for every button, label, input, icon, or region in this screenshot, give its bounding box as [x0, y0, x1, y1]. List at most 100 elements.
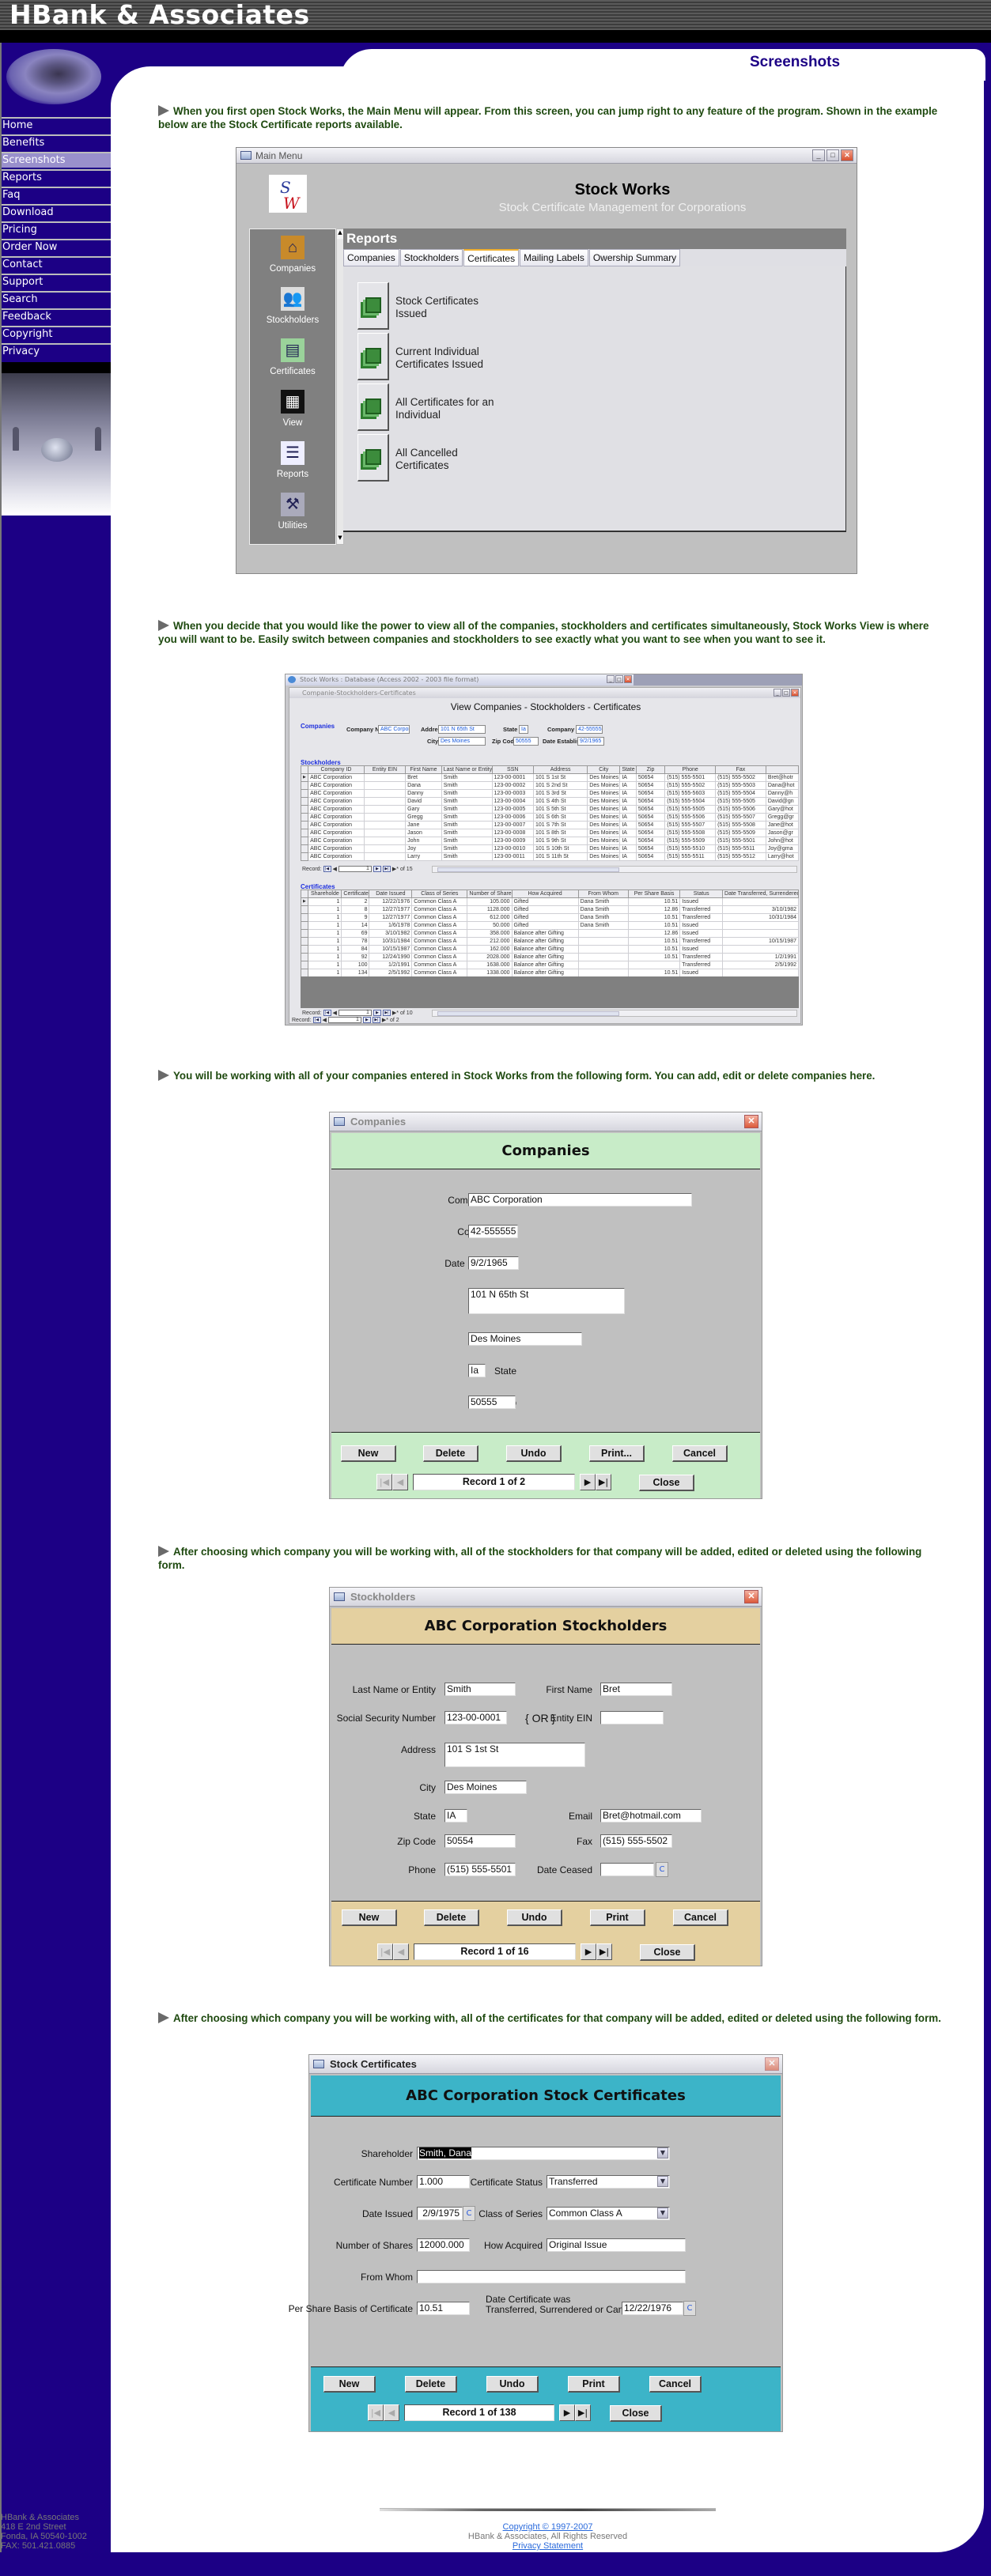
table-cell[interactable] — [363, 844, 407, 853]
table-cell[interactable]: 123-00-0010 — [491, 844, 534, 853]
table-cell[interactable]: 123-00-0011 — [491, 852, 534, 861]
maximize-icon[interactable]: □ — [615, 675, 623, 683]
report-button[interactable] — [357, 434, 389, 482]
table-cell[interactable]: 50654 — [635, 797, 666, 806]
first-record-icon[interactable]: |◀ — [312, 1017, 321, 1023]
table-cell[interactable]: IA — [619, 829, 637, 837]
table-cell[interactable]: Balance after Gifting — [511, 953, 579, 961]
calendar-icon[interactable]: C — [656, 1862, 668, 1877]
table-cell[interactable]: 50654 — [635, 813, 666, 822]
column-header[interactable]: SSN — [491, 765, 534, 774]
delete-button[interactable]: Delete — [405, 2376, 457, 2393]
table-cell[interactable]: (515) 555-5512 — [715, 852, 766, 861]
next-record-icon[interactable]: ▶ — [559, 2404, 575, 2421]
window-titlebar[interactable]: Main Menu _ □ ✕ — [236, 148, 857, 164]
column-header[interactable]: Fax — [715, 765, 766, 774]
table-cell[interactable]: Common Class A — [411, 961, 468, 969]
close-icon[interactable]: ✕ — [841, 149, 853, 161]
table-cell[interactable]: 1338.000 — [467, 969, 513, 977]
last-record-icon[interactable]: ▶| — [596, 1474, 611, 1490]
table-cell[interactable]: 1 — [308, 897, 342, 906]
table-cell[interactable]: 69 — [341, 929, 370, 938]
date-transferred-field[interactable]: 12/22/1976 — [622, 2302, 683, 2315]
column-header[interactable]: City — [587, 765, 621, 774]
table-row[interactable]: 1 84 10/15/1987 Common Class A 162.000 Balanc… — [300, 945, 799, 954]
table-cell[interactable]: Gary@hot — [765, 805, 800, 814]
minimize-icon[interactable]: _ — [774, 689, 781, 697]
dropdown-arrow-icon[interactable]: ▼ — [657, 2176, 668, 2187]
table-cell[interactable]: Common Class A — [411, 937, 468, 946]
table-cell[interactable]: Joy — [405, 844, 442, 853]
table-cell[interactable]: IA — [619, 797, 637, 806]
table-cell[interactable]: Dana Smith — [577, 897, 629, 906]
new-record-icon[interactable]: ▶* — [382, 1017, 388, 1023]
number-of-shares-field[interactable]: 12000.000 — [417, 2238, 470, 2252]
table-cell[interactable]: Des Moines — [587, 837, 621, 845]
row-selector[interactable] — [300, 813, 309, 822]
first-record-icon[interactable]: |◀ — [377, 1943, 393, 1960]
table-cell[interactable]: 1 — [308, 929, 342, 938]
nav-item-copyright[interactable]: Copyright — [2, 326, 111, 342]
table-cell[interactable] — [577, 945, 629, 954]
shareholder-select[interactable]: Smith, Dana — [417, 2147, 670, 2160]
close-icon[interactable]: ✕ — [744, 1115, 758, 1128]
copyright-link[interactable]: Copyright © 1997-2007 — [503, 2522, 593, 2532]
table-cell[interactable] — [722, 945, 799, 954]
date-ceased-field[interactable] — [600, 1863, 654, 1876]
table-cell[interactable]: 50654 — [635, 844, 666, 853]
table-cell[interactable]: 78 — [341, 937, 370, 946]
table-cell[interactable]: Danny@h — [765, 789, 800, 798]
table-cell[interactable]: 12.86 — [627, 929, 681, 938]
table-row[interactable]: ABC Corporation Danny Smith 123-00-0003 101 … — [300, 789, 800, 798]
table-cell[interactable]: 8 — [341, 905, 370, 914]
how-acquired-field[interactable]: Original Issue — [547, 2238, 686, 2252]
table-cell[interactable]: Gregg — [405, 813, 442, 822]
table-cell[interactable]: 92 — [341, 953, 370, 961]
column-header[interactable]: Class of Series — [411, 890, 468, 898]
report-label[interactable]: Stock Certificates Issued — [395, 295, 506, 320]
calendar-icon[interactable]: C — [683, 2301, 696, 2316]
table-cell[interactable]: ABC Corporation — [308, 789, 365, 798]
table-cell[interactable]: 10/15/1987 — [722, 937, 799, 946]
column-header[interactable]: Company ID — [308, 765, 365, 774]
column-header[interactable]: Certificate — [341, 890, 370, 898]
table-cell[interactable]: (515) 555-5501 — [664, 773, 717, 782]
privacy-statement-link[interactable]: Privacy Statement — [513, 2541, 583, 2551]
table-cell[interactable]: 1/2/1991 — [369, 961, 413, 969]
city-field[interactable]: Des Moines — [444, 1781, 527, 1794]
table-cell[interactable]: 50654 — [635, 821, 666, 829]
table-cell[interactable]: 123-00-0007 — [491, 821, 534, 829]
table-cell[interactable]: IA — [619, 821, 637, 829]
table-cell[interactable]: 101 S 2nd St — [532, 781, 588, 790]
table-cell[interactable]: Des Moines — [587, 797, 621, 806]
first-record-icon[interactable]: |◀ — [323, 866, 331, 872]
table-cell[interactable]: David — [405, 797, 442, 806]
minimize-icon[interactable]: _ — [607, 675, 615, 683]
table-cell[interactable]: Des Moines — [587, 789, 621, 798]
table-cell[interactable]: IA — [619, 789, 637, 798]
zip-field[interactable]: 50555 — [468, 1396, 516, 1409]
column-header[interactable]: Shareholde — [308, 890, 342, 898]
table-cell[interactable] — [722, 969, 799, 977]
row-selector[interactable]: ▶ — [300, 897, 309, 906]
table-cell[interactable]: Gifted — [511, 905, 579, 914]
table-cell[interactable]: 3/10/1982 — [369, 929, 413, 938]
state-field[interactable]: Ia — [519, 725, 528, 734]
table-cell[interactable]: 123-00-0006 — [491, 813, 534, 822]
table-cell[interactable]: Des Moines — [587, 821, 621, 829]
cancel-button[interactable]: Cancel — [649, 2376, 702, 2393]
table-cell[interactable]: Des Moines — [587, 852, 621, 861]
table-row[interactable]: ▶ 1 2 12/22/1976 Common Class A 105.000 Gifted… — [300, 897, 799, 906]
nav-item-pricing[interactable]: Pricing — [2, 221, 111, 237]
table-cell[interactable]: Smith — [441, 773, 493, 782]
table-cell[interactable]: 12/24/1990 — [369, 953, 413, 961]
last-record-icon[interactable]: ▶| — [382, 866, 391, 872]
table-cell[interactable]: 101 S 3rd St — [532, 789, 588, 798]
minimize-icon[interactable]: _ — [812, 149, 825, 161]
table-cell[interactable]: Smith — [441, 829, 493, 837]
first-name-field[interactable]: Bret — [600, 1683, 672, 1696]
table-cell[interactable]: 101 S 8th St — [532, 829, 588, 837]
table-cell[interactable]: 10.51 — [627, 921, 681, 930]
nav-item-faq[interactable]: Faq — [2, 187, 111, 202]
table-cell[interactable]: 212.000 — [467, 937, 513, 946]
